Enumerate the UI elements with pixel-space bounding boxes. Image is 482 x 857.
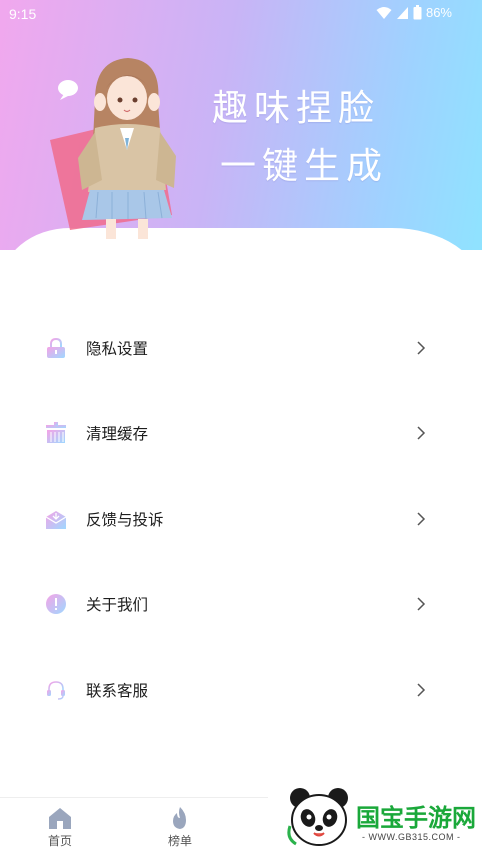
menu-label: 关于我们: [86, 596, 149, 615]
menu-item-clear-cache[interactable]: 清理缓存: [0, 391, 482, 477]
nav-item-ranking[interactable]: 榜单: [120, 798, 240, 857]
flame-icon: [173, 807, 186, 829]
status-icons: 86%: [376, 5, 452, 20]
wifi-icon: [376, 6, 392, 19]
hero-slogan: 趣味捏脸 一键生成: [212, 80, 452, 196]
status-time: 9:15: [9, 6, 37, 22]
menu-label: 联系客服: [86, 681, 149, 700]
menu-item-privacy-settings[interactable]: 隐私设置: [0, 305, 482, 391]
battery-icon: [413, 5, 422, 20]
menu-label: 隐私设置: [86, 339, 149, 358]
menu-item-feedback[interactable]: 反馈与投诉: [0, 476, 482, 562]
headset-icon: [44, 678, 68, 702]
menu-label: 反馈与投诉: [86, 510, 164, 529]
nav-label: 榜单: [167, 834, 192, 848]
chevron-right-icon: [417, 426, 426, 440]
lock-icon: [44, 336, 68, 360]
anime-girl-illustration: [50, 58, 176, 239]
nav-item-home[interactable]: 首页: [0, 798, 120, 857]
site-watermark: 国宝手游网 - WWW.GB315.COM -: [268, 776, 482, 857]
slogan-line-2: 一键生成: [220, 146, 389, 187]
watermark-name: 国宝手游网: [356, 798, 476, 833]
menu-item-customer-service[interactable]: 联系客服: [0, 647, 482, 733]
settings-menu: 隐私设置 清理缓存 反馈与投诉 关于我们 联系客服: [0, 305, 482, 733]
watermark-name-text: 国宝手游网: [356, 804, 476, 832]
nav-label: 首页: [47, 834, 72, 848]
content-curve: [0, 228, 482, 308]
info-icon: [44, 592, 68, 616]
slogan-line-1: 趣味捏脸: [212, 88, 381, 129]
chevron-right-icon: [417, 341, 426, 355]
broom-icon: [44, 421, 68, 445]
menu-item-about-us[interactable]: 关于我们: [0, 562, 482, 648]
panda-logo-icon: [287, 788, 348, 846]
mail-icon: [44, 507, 68, 531]
watermark-url: - WWW.GB315.COM -: [362, 832, 461, 842]
chevron-right-icon: [417, 597, 426, 611]
home-icon: [49, 808, 71, 829]
signal-icon: [396, 6, 408, 19]
battery-percent: 86%: [425, 5, 452, 20]
menu-label: 清理缓存: [86, 425, 149, 444]
status-bar: 9:15 86%: [0, 0, 482, 28]
chevron-right-icon: [417, 683, 426, 697]
chevron-right-icon: [417, 512, 426, 526]
